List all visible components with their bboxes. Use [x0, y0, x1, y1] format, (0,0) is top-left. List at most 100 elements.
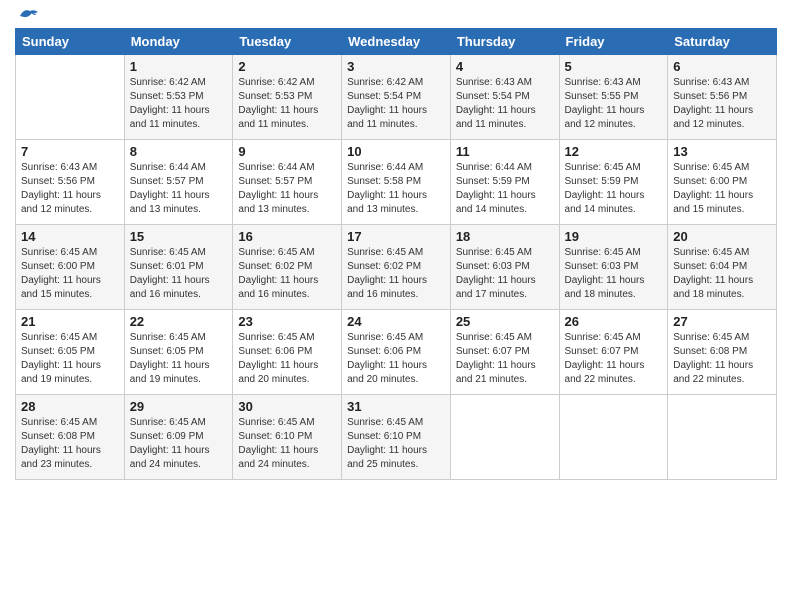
calendar-cell — [450, 395, 559, 480]
calendar-cell: 27 Sunrise: 6:45 AMSunset: 6:08 PMDayligh… — [668, 310, 777, 395]
day-info: Sunrise: 6:45 AMSunset: 6:10 PMDaylight:… — [347, 416, 445, 472]
calendar-cell: 25 Sunrise: 6:45 AMSunset: 6:07 PMDayligh… — [450, 310, 559, 395]
day-number: 25 — [456, 314, 554, 329]
calendar-cell: 21 Sunrise: 6:45 AMSunset: 6:05 PMDayligh… — [16, 310, 125, 395]
day-info: Sunrise: 6:45 AMSunset: 6:08 PMDaylight:… — [21, 416, 119, 472]
day-info: Sunrise: 6:44 AMSunset: 5:58 PMDaylight:… — [347, 161, 445, 217]
day-number: 21 — [21, 314, 119, 329]
day-number: 19 — [565, 229, 663, 244]
calendar-week-3: 14Sunrise: 6:45 AMSunset: 6:00 PMDayligh… — [16, 225, 777, 310]
day-number: 2 — [238, 59, 336, 74]
calendar-cell: 24Sunrise: 6:45 AMSunset: 6:06 PMDayligh… — [342, 310, 451, 395]
calendar-cell: 2 Sunrise: 6:42 AMSunset: 5:53 PMDaylight… — [233, 55, 342, 140]
day-number: 5 — [565, 59, 663, 74]
calendar-cell: 18 Sunrise: 6:45 AMSunset: 6:03 PMDayligh… — [450, 225, 559, 310]
calendar-cell — [559, 395, 668, 480]
calendar-cell: 7 Sunrise: 6:43 AMSunset: 5:56 PMDaylight… — [16, 140, 125, 225]
calendar-cell: 31Sunrise: 6:45 AMSunset: 6:10 PMDayligh… — [342, 395, 451, 480]
day-info: Sunrise: 6:45 AMSunset: 6:01 PMDaylight:… — [130, 246, 228, 302]
day-number: 8 — [130, 144, 228, 159]
day-info: Sunrise: 6:45 AMSunset: 6:09 PMDaylight:… — [130, 416, 228, 472]
day-info: Sunrise: 6:44 AMSunset: 5:57 PMDaylight:… — [130, 161, 228, 217]
calendar-table: SundayMondayTuesdayWednesdayThursdayFrid… — [15, 28, 777, 480]
day-number: 13 — [673, 144, 771, 159]
calendar-week-2: 7 Sunrise: 6:43 AMSunset: 5:56 PMDaylight… — [16, 140, 777, 225]
day-info: Sunrise: 6:45 AMSunset: 6:04 PMDaylight:… — [673, 246, 771, 302]
day-info: Sunrise: 6:42 AMSunset: 5:54 PMDaylight:… — [347, 76, 445, 132]
day-info: Sunrise: 6:45 AMSunset: 6:07 PMDaylight:… — [565, 331, 663, 387]
day-number: 1 — [130, 59, 228, 74]
day-number: 3 — [347, 59, 445, 74]
header-sunday: Sunday — [16, 29, 125, 55]
day-number: 27 — [673, 314, 771, 329]
day-info: Sunrise: 6:45 AMSunset: 6:02 PMDaylight:… — [238, 246, 336, 302]
calendar-cell: 15 Sunrise: 6:45 AMSunset: 6:01 PMDayligh… — [124, 225, 233, 310]
calendar-cell: 23 Sunrise: 6:45 AMSunset: 6:06 PMDayligh… — [233, 310, 342, 395]
header-saturday: Saturday — [668, 29, 777, 55]
day-info: Sunrise: 6:45 AMSunset: 6:08 PMDaylight:… — [673, 331, 771, 387]
day-info: Sunrise: 6:45 AMSunset: 6:00 PMDaylight:… — [21, 246, 119, 302]
day-info: Sunrise: 6:45 AMSunset: 6:02 PMDaylight:… — [347, 246, 445, 302]
calendar-cell: 28 Sunrise: 6:45 AMSunset: 6:08 PMDayligh… — [16, 395, 125, 480]
day-number: 18 — [456, 229, 554, 244]
day-number: 7 — [21, 144, 119, 159]
day-info: Sunrise: 6:45 AMSunset: 6:07 PMDaylight:… — [456, 331, 554, 387]
header-monday: Monday — [124, 29, 233, 55]
calendar-cell: 6Sunrise: 6:43 AMSunset: 5:56 PMDaylight… — [668, 55, 777, 140]
day-info: Sunrise: 6:43 AMSunset: 5:56 PMDaylight:… — [673, 76, 771, 132]
calendar-week-4: 21 Sunrise: 6:45 AMSunset: 6:05 PMDayligh… — [16, 310, 777, 395]
day-info: Sunrise: 6:45 AMSunset: 5:59 PMDaylight:… — [565, 161, 663, 217]
calendar-cell — [668, 395, 777, 480]
header-friday: Friday — [559, 29, 668, 55]
calendar-header-row: SundayMondayTuesdayWednesdayThursdayFrid… — [16, 29, 777, 55]
day-info: Sunrise: 6:45 AMSunset: 6:06 PMDaylight:… — [347, 331, 445, 387]
calendar-cell: 11 Sunrise: 6:44 AMSunset: 5:59 PMDayligh… — [450, 140, 559, 225]
day-info: Sunrise: 6:43 AMSunset: 5:54 PMDaylight:… — [456, 76, 554, 132]
day-number: 4 — [456, 59, 554, 74]
day-info: Sunrise: 6:43 AMSunset: 5:56 PMDaylight:… — [21, 161, 119, 217]
day-number: 10 — [347, 144, 445, 159]
logo-bird-icon — [18, 6, 40, 24]
day-number: 11 — [456, 144, 554, 159]
calendar-week-1: 1 Sunrise: 6:42 AMSunset: 5:53 PMDaylight… — [16, 55, 777, 140]
day-info: Sunrise: 6:43 AMSunset: 5:55 PMDaylight:… — [565, 76, 663, 132]
day-info: Sunrise: 6:45 AMSunset: 6:03 PMDaylight:… — [565, 246, 663, 302]
calendar-cell: 29 Sunrise: 6:45 AMSunset: 6:09 PMDayligh… — [124, 395, 233, 480]
day-number: 26 — [565, 314, 663, 329]
day-info: Sunrise: 6:45 AMSunset: 6:03 PMDaylight:… — [456, 246, 554, 302]
calendar-cell: 1 Sunrise: 6:42 AMSunset: 5:53 PMDaylight… — [124, 55, 233, 140]
day-number: 9 — [238, 144, 336, 159]
calendar-cell: 19 Sunrise: 6:45 AMSunset: 6:03 PMDayligh… — [559, 225, 668, 310]
calendar-cell: 5 Sunrise: 6:43 AMSunset: 5:55 PMDaylight… — [559, 55, 668, 140]
day-number: 28 — [21, 399, 119, 414]
calendar-cell: 17 Sunrise: 6:45 AMSunset: 6:02 PMDayligh… — [342, 225, 451, 310]
day-number: 12 — [565, 144, 663, 159]
day-number: 17 — [347, 229, 445, 244]
day-info: Sunrise: 6:44 AMSunset: 5:57 PMDaylight:… — [238, 161, 336, 217]
day-info: Sunrise: 6:45 AMSunset: 6:05 PMDaylight:… — [21, 331, 119, 387]
calendar-cell: 8 Sunrise: 6:44 AMSunset: 5:57 PMDaylight… — [124, 140, 233, 225]
day-info: Sunrise: 6:45 AMSunset: 6:05 PMDaylight:… — [130, 331, 228, 387]
header-tuesday: Tuesday — [233, 29, 342, 55]
calendar-week-5: 28 Sunrise: 6:45 AMSunset: 6:08 PMDayligh… — [16, 395, 777, 480]
calendar-cell: 3 Sunrise: 6:42 AMSunset: 5:54 PMDaylight… — [342, 55, 451, 140]
day-info: Sunrise: 6:42 AMSunset: 5:53 PMDaylight:… — [130, 76, 228, 132]
page-header — [15, 10, 777, 20]
calendar-cell: 26 Sunrise: 6:45 AMSunset: 6:07 PMDayligh… — [559, 310, 668, 395]
day-info: Sunrise: 6:42 AMSunset: 5:53 PMDaylight:… — [238, 76, 336, 132]
day-number: 20 — [673, 229, 771, 244]
day-number: 29 — [130, 399, 228, 414]
logo — [15, 10, 40, 20]
calendar-cell: 22Sunrise: 6:45 AMSunset: 6:05 PMDayligh… — [124, 310, 233, 395]
calendar-cell: 10 Sunrise: 6:44 AMSunset: 5:58 PMDayligh… — [342, 140, 451, 225]
calendar-cell: 30 Sunrise: 6:45 AMSunset: 6:10 PMDayligh… — [233, 395, 342, 480]
day-info: Sunrise: 6:45 AMSunset: 6:10 PMDaylight:… — [238, 416, 336, 472]
day-number: 30 — [238, 399, 336, 414]
day-info: Sunrise: 6:45 AMSunset: 6:06 PMDaylight:… — [238, 331, 336, 387]
calendar-cell: 20 Sunrise: 6:45 AMSunset: 6:04 PMDayligh… — [668, 225, 777, 310]
calendar-cell: 13Sunrise: 6:45 AMSunset: 6:00 PMDayligh… — [668, 140, 777, 225]
day-number: 15 — [130, 229, 228, 244]
day-info: Sunrise: 6:44 AMSunset: 5:59 PMDaylight:… — [456, 161, 554, 217]
day-number: 16 — [238, 229, 336, 244]
day-number: 23 — [238, 314, 336, 329]
